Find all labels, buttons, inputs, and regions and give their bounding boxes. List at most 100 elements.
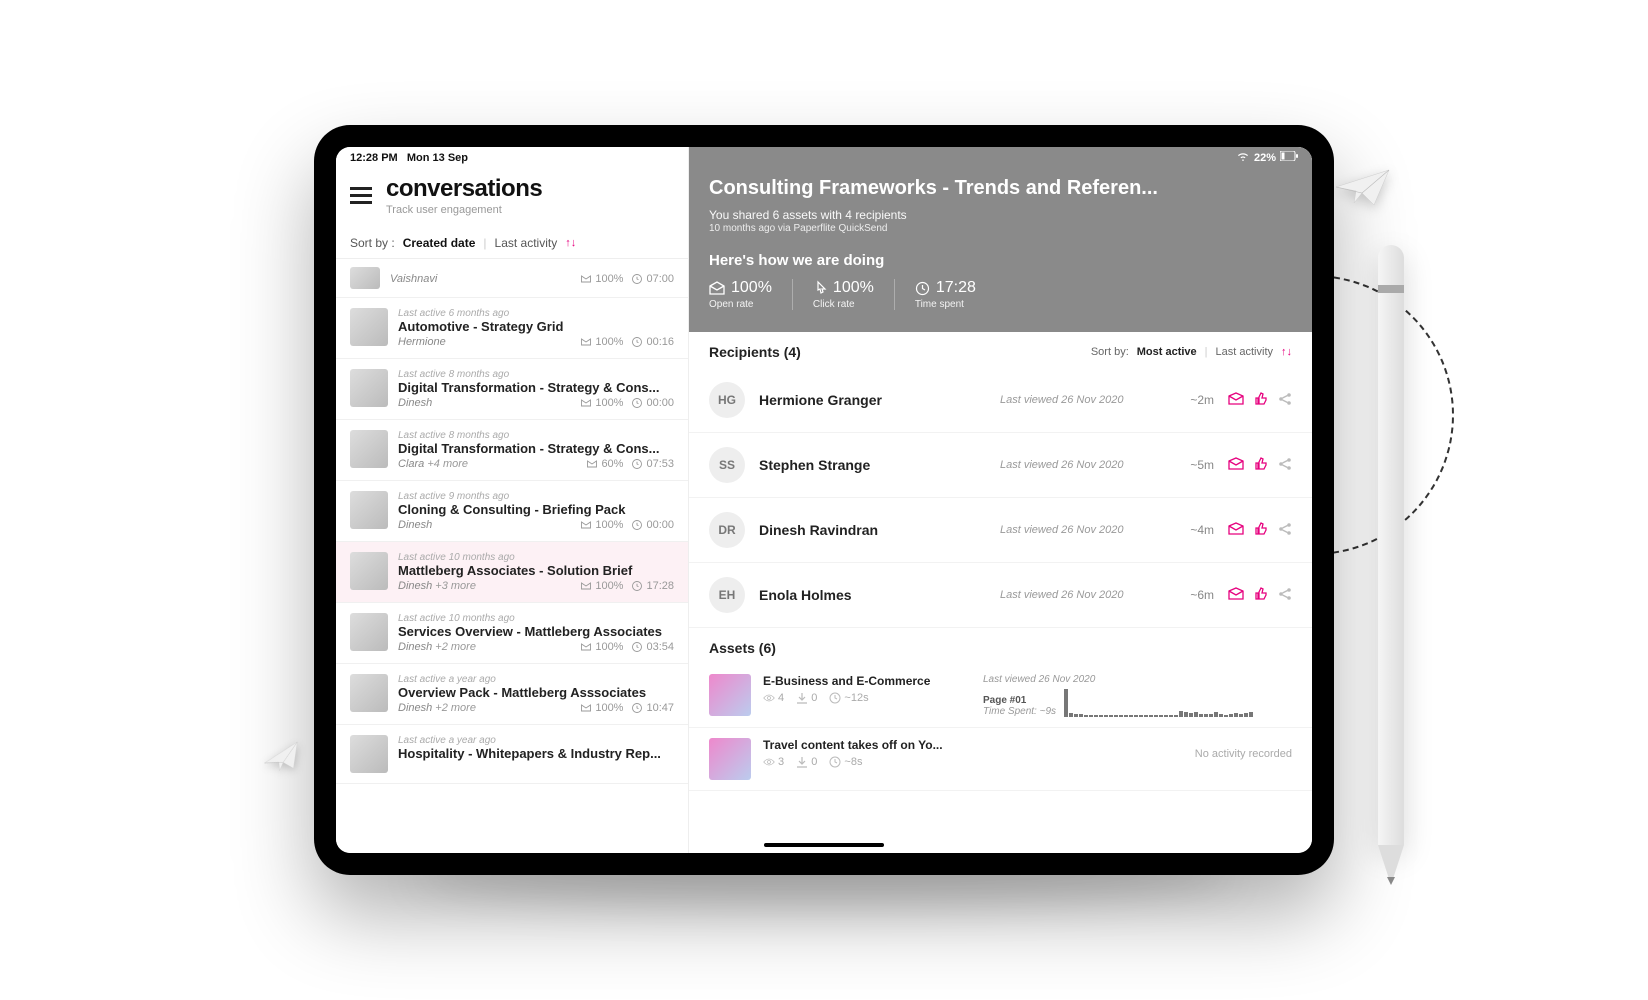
envelope-icon[interactable] [1228, 522, 1244, 539]
conversation-title: Cloning & Consulting - Briefing Pack [398, 502, 674, 517]
detail-header: Consulting Frameworks - Trends and Refer… [689, 147, 1312, 332]
conversation-thumb [350, 369, 388, 407]
detail-shared: You shared 6 assets with 4 recipients [709, 208, 1292, 222]
stat-click: 100% Click rate [793, 279, 895, 310]
envelope-icon[interactable] [1228, 587, 1244, 604]
conversation-author: Hermione [398, 336, 572, 348]
conversation-thumb [350, 267, 380, 289]
recipient-row[interactable]: EH Enola Holmes Last viewed 26 Nov 2020 … [689, 563, 1312, 628]
home-indicator[interactable] [764, 843, 884, 847]
time-icon: 00:00 [631, 397, 674, 409]
recipient-row[interactable]: SS Stephen Strange Last viewed 26 Nov 20… [689, 433, 1312, 498]
status-date: Mon 13 Sep [407, 152, 468, 164]
share-icon[interactable] [1278, 522, 1292, 539]
conversation-thumb [350, 674, 388, 712]
conversation-item[interactable]: Last active 10 months ago Services Overv… [336, 603, 688, 664]
conversation-thumb [350, 430, 388, 468]
assets-title: Assets (6) [709, 640, 776, 656]
sort-last-activity[interactable]: Last activity [495, 236, 558, 250]
conversation-item[interactable]: Last active 8 months ago Digital Transfo… [336, 420, 688, 481]
recipient-row[interactable]: HG Hermione Granger Last viewed 26 Nov 2… [689, 368, 1312, 433]
battery-percent: 22% [1254, 152, 1276, 164]
conversation-list[interactable]: Last active 6 months ago Automotive - St… [336, 298, 688, 853]
recipient-last-viewed: Last viewed 26 Nov 2020 [1000, 459, 1160, 471]
conversation-age: Last active a year ago [398, 735, 674, 746]
avatar: HG [709, 382, 745, 418]
conversation-title: Automotive - Strategy Grid [398, 319, 674, 334]
thumbs-up-icon[interactable] [1254, 587, 1268, 604]
conversation-author: Clara +4 more [398, 458, 578, 470]
recipient-name: Dinesh Ravindran [759, 522, 986, 538]
recipient-time: ~4m [1174, 523, 1214, 537]
recipients-title: Recipients (4) [709, 344, 801, 360]
conversation-item[interactable]: Last active a year ago Hospitality - Whi… [336, 725, 688, 784]
recipients-sort-label: Sort by: [1091, 346, 1129, 358]
views-icon: 3 [763, 756, 784, 768]
conversation-title: Hospitality - Whitepapers & Industry Rep… [398, 746, 674, 761]
conversation-author: Dinesh [398, 397, 572, 409]
open-rate-icon: 100% [580, 519, 623, 531]
stat-open: 100% Open rate [709, 279, 793, 310]
conversation-thumb [350, 735, 388, 773]
asset-time-spent: Time Spent: ~9s [983, 706, 1056, 717]
open-rate-icon: 100% [580, 702, 623, 714]
open-rate-icon: 100% [580, 397, 623, 409]
envelope-icon[interactable] [1228, 457, 1244, 474]
share-icon[interactable] [1278, 392, 1292, 409]
asset-row[interactable]: E-Business and E-Commerce 4 0 ~12s Last … [689, 664, 1312, 728]
status-time: 12:28 PM [350, 152, 398, 164]
time-icon: 07:53 [631, 458, 674, 470]
share-icon[interactable] [1278, 457, 1292, 474]
envelope-icon[interactable] [1228, 392, 1244, 409]
conversation-thumb [350, 552, 388, 590]
apple-pencil [1378, 245, 1404, 925]
thumbs-up-icon[interactable] [1254, 522, 1268, 539]
sort-direction-icon[interactable]: ↑↓ [1281, 346, 1292, 358]
recipient-last-viewed: Last viewed 26 Nov 2020 [1000, 394, 1160, 406]
conversation-thumb [350, 613, 388, 651]
avatar: SS [709, 447, 745, 483]
conversation-age: Last active a year ago [398, 674, 674, 685]
thumbs-up-icon[interactable] [1254, 392, 1268, 409]
conversation-author: Vaishnavi [390, 273, 572, 285]
asset-chart [1064, 687, 1253, 717]
share-icon[interactable] [1278, 587, 1292, 604]
conversation-age: Last active 6 months ago [398, 308, 674, 319]
download-icon: 0 [796, 692, 817, 704]
time-icon: 07:00 [631, 273, 674, 285]
conversation-age: Last active 10 months ago [398, 552, 674, 563]
asset-row[interactable]: Travel content takes off on Yo... 3 0 ~8… [689, 728, 1312, 791]
conversation-item[interactable]: Vaishnavi 100% 07:00 [336, 259, 688, 298]
conversation-item[interactable]: Last active 6 months ago Automotive - St… [336, 298, 688, 359]
sort-most-active[interactable]: Most active [1137, 346, 1197, 358]
conversation-item[interactable]: Last active a year ago Overview Pack - M… [336, 664, 688, 725]
recipient-last-viewed: Last viewed 26 Nov 2020 [1000, 589, 1160, 601]
envelope-open-icon [709, 281, 725, 295]
time-icon: 03:54 [631, 641, 674, 653]
tablet-frame: 12:28 PM Mon 13 Sep 22% [314, 125, 1334, 875]
sort-last-activity-recipients[interactable]: Last activity [1216, 346, 1273, 358]
sort-direction-icon[interactable]: ↑↓ [565, 237, 576, 249]
time-icon: ~12s [829, 692, 868, 704]
conversation-title: Digital Transformation - Strategy & Cons… [398, 441, 674, 456]
asset-thumb [709, 738, 751, 780]
conversation-item[interactable]: Last active 8 months ago Digital Transfo… [336, 359, 688, 420]
avatar: DR [709, 512, 745, 548]
conversation-item[interactable]: Last active 9 months ago Cloning & Consu… [336, 481, 688, 542]
conversation-age: Last active 9 months ago [398, 491, 674, 502]
recipient-last-viewed: Last viewed 26 Nov 2020 [1000, 524, 1160, 536]
time-icon: 00:00 [631, 519, 674, 531]
conversation-item[interactable]: Last active 10 months ago Mattleberg Ass… [336, 542, 688, 603]
menu-icon[interactable] [350, 187, 372, 204]
asset-last-viewed: Last viewed 26 Nov 2020 [983, 674, 1292, 685]
paper-plane-icon [1334, 165, 1394, 215]
thumbs-up-icon[interactable] [1254, 457, 1268, 474]
clock-icon [915, 281, 930, 296]
conversation-author: Dinesh [398, 519, 572, 531]
pointer-icon [813, 280, 827, 296]
conversation-age: Last active 8 months ago [398, 430, 674, 441]
recipient-name: Hermione Granger [759, 392, 986, 408]
detail-title: Consulting Frameworks - Trends and Refer… [709, 177, 1292, 200]
recipient-row[interactable]: DR Dinesh Ravindran Last viewed 26 Nov 2… [689, 498, 1312, 563]
sort-created[interactable]: Created date [403, 236, 476, 250]
